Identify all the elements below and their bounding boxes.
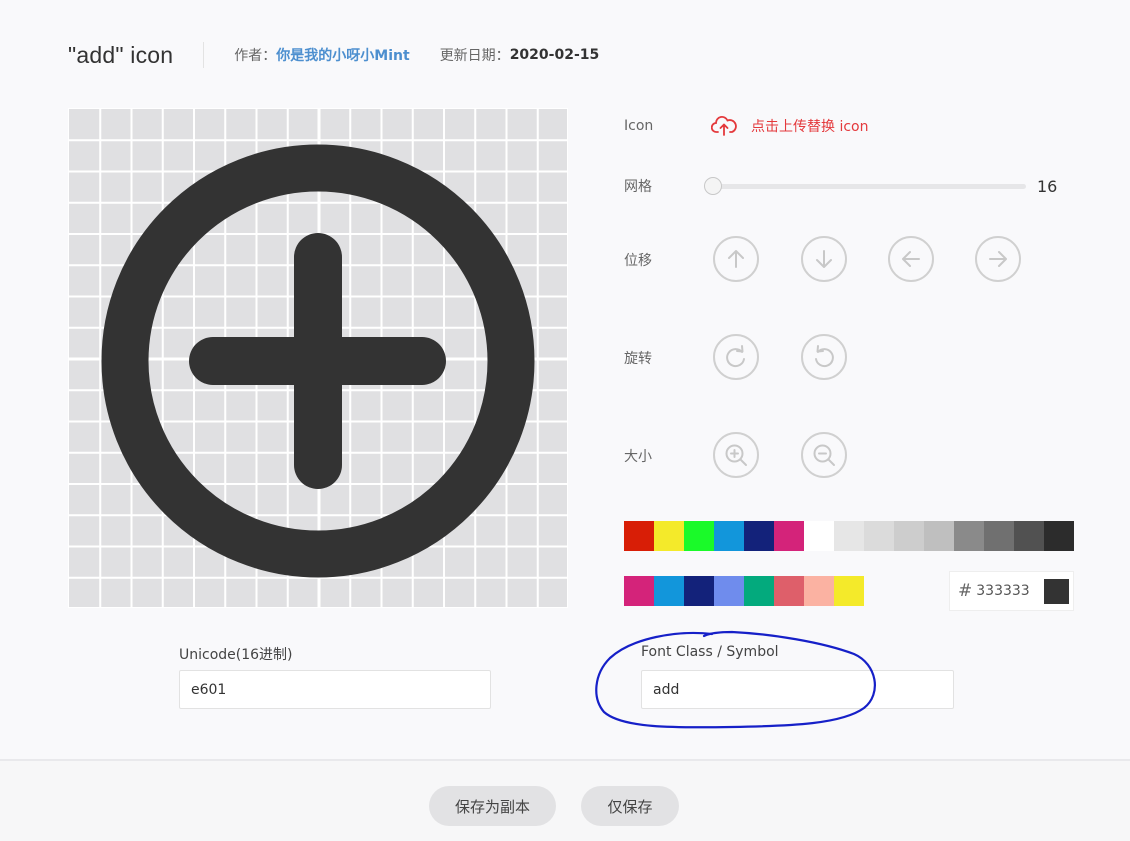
save-only-button[interactable]: 仅保存	[581, 786, 679, 826]
color-swatch[interactable]	[624, 576, 654, 606]
color-palette-row-1	[624, 521, 1074, 551]
page-header: "add" icon 作者： 你是我的小呀小Mint 更新日期： 2020-02…	[68, 38, 599, 72]
color-palette-row-2	[624, 576, 864, 606]
move-left-button[interactable]	[888, 236, 934, 282]
unicode-input[interactable]: e601	[179, 670, 491, 709]
color-swatch[interactable]	[774, 576, 804, 606]
move-label: 位移	[624, 253, 652, 269]
date-value: 2020-02-15	[509, 47, 600, 63]
color-swatch[interactable]	[774, 521, 804, 551]
grid-value: 16	[1037, 177, 1058, 196]
color-hex-value[interactable]: 333333	[976, 583, 1042, 599]
color-swatch[interactable]	[834, 576, 864, 606]
zoom-in-icon	[725, 444, 747, 466]
color-swatch[interactable]	[744, 576, 774, 606]
grid-slider[interactable]	[704, 176, 1026, 196]
highlight-annotation	[595, 630, 876, 729]
color-swatch[interactable]	[894, 521, 924, 551]
author-link[interactable]: 你是我的小呀小Mint	[276, 45, 409, 65]
hash-symbol: #	[958, 581, 973, 601]
rotate-clockwise-button[interactable]	[713, 334, 759, 380]
arrow-up-icon	[728, 250, 744, 268]
color-swatch[interactable]	[1014, 521, 1044, 551]
color-swatch[interactable]	[864, 521, 894, 551]
move-up-button[interactable]	[713, 236, 759, 282]
color-swatch[interactable]	[744, 521, 774, 551]
rotate-counterclockwise-icon	[815, 345, 834, 368]
arrow-left-icon	[902, 251, 920, 267]
color-hex-input[interactable]: # 333333	[949, 571, 1074, 611]
grid-slider-thumb[interactable]	[704, 177, 722, 195]
color-swatch[interactable]	[954, 521, 984, 551]
color-swatch[interactable]	[1044, 521, 1074, 551]
save-as-copy-button[interactable]: 保存为副本	[429, 786, 556, 826]
move-right-button[interactable]	[975, 236, 1021, 282]
cloud-upload-icon	[711, 116, 737, 136]
rotate-counterclockwise-button[interactable]	[801, 334, 847, 380]
grid-slider-track	[708, 184, 1026, 189]
page-title: "add" icon	[68, 41, 174, 68]
icon-label: Icon	[624, 118, 654, 134]
color-swatch[interactable]	[924, 521, 954, 551]
current-color-chip[interactable]	[1044, 578, 1070, 604]
arrow-down-icon	[816, 250, 832, 268]
canvas-grid	[69, 109, 567, 607]
move-down-button[interactable]	[801, 236, 847, 282]
color-swatch[interactable]	[654, 521, 684, 551]
author-label: 作者：	[234, 48, 277, 64]
grid-label: 网格	[624, 179, 652, 195]
size-label: 大小	[624, 449, 652, 465]
unicode-label: Unicode(16进制)	[179, 647, 293, 663]
color-swatch[interactable]	[624, 521, 654, 551]
icon-canvas[interactable]	[68, 108, 568, 608]
color-swatch[interactable]	[684, 576, 714, 606]
color-swatch[interactable]	[984, 521, 1014, 551]
header-divider	[203, 42, 205, 68]
color-swatch[interactable]	[834, 521, 864, 551]
arrow-right-icon	[989, 251, 1007, 267]
color-swatch[interactable]	[654, 576, 684, 606]
date-label: 更新日期：	[439, 48, 510, 64]
color-swatch[interactable]	[714, 576, 744, 606]
color-swatch[interactable]	[714, 521, 744, 551]
upload-text: 点击上传替换 icon	[751, 119, 869, 135]
zoom-out-icon	[813, 444, 835, 466]
rotate-label: 旋转	[624, 351, 652, 367]
color-swatch[interactable]	[684, 521, 714, 551]
footer-bar	[0, 761, 1130, 841]
icon-meta: 作者： 你是我的小呀小Mint 更新日期： 2020-02-15	[234, 45, 599, 65]
color-swatch[interactable]	[804, 576, 834, 606]
zoom-out-button[interactable]	[801, 432, 847, 478]
color-swatch[interactable]	[804, 521, 834, 551]
rotate-clockwise-icon	[726, 345, 745, 368]
zoom-in-button[interactable]	[713, 432, 759, 478]
upload-replace-button[interactable]: 点击上传替换 icon	[711, 115, 868, 137]
